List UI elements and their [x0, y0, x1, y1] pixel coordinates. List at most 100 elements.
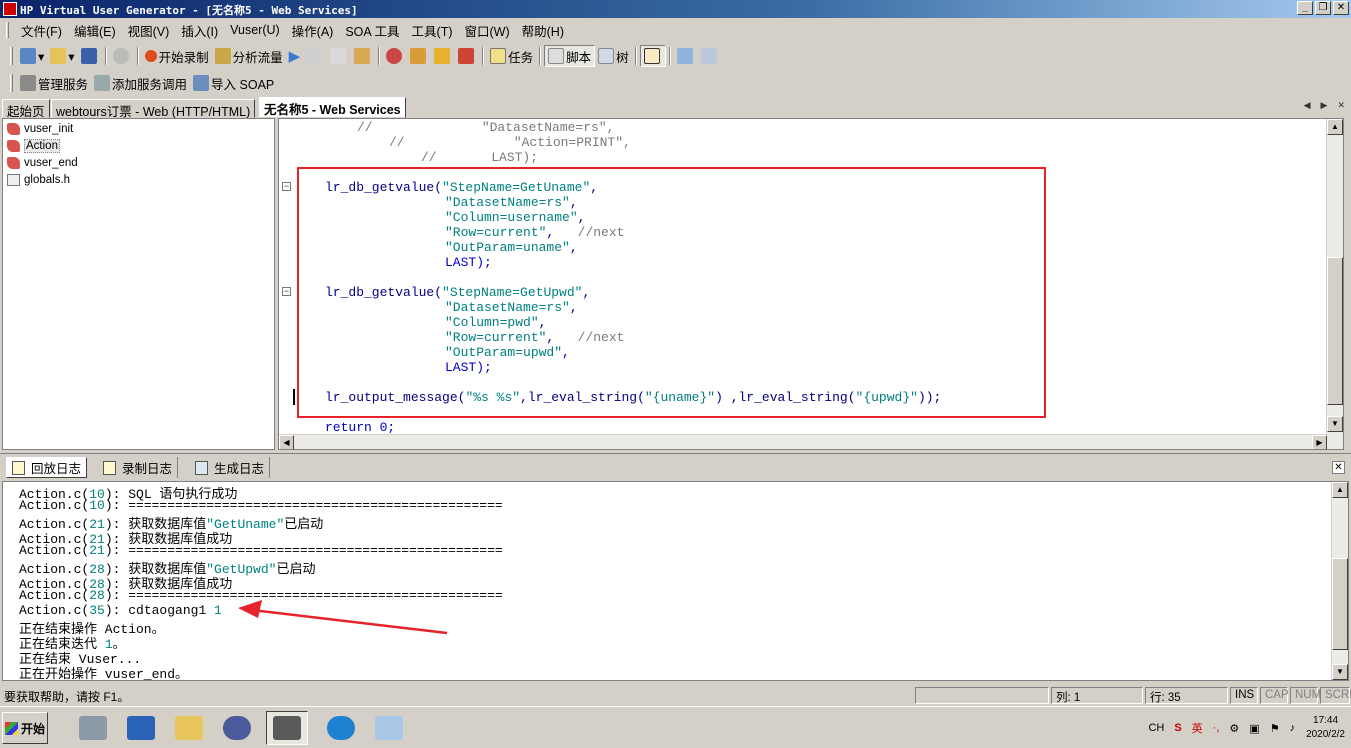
record-icon	[144, 50, 157, 62]
menu-insert[interactable]: 插入(I)	[175, 21, 224, 40]
log-vertical-scrollbar[interactable]: ▲ ▼	[1331, 482, 1348, 680]
analyze-flow-button[interactable]: 分析流量	[212, 45, 286, 67]
find-button[interactable]	[110, 45, 134, 67]
windows-logo-icon	[5, 721, 18, 735]
new-script-button[interactable]: ▾	[17, 45, 47, 67]
tab-next-icon[interactable]: ▶	[1321, 100, 1328, 111]
scroll-thumb[interactable]	[1327, 257, 1343, 405]
menu-edit[interactable]: 编辑(E)	[68, 21, 122, 40]
analyze-icon	[214, 48, 231, 64]
add-service-call-button[interactable]: 添加服务调用	[91, 72, 190, 94]
menu-actions[interactable]: 操作(A)	[286, 21, 340, 40]
taskbar-app-swirl[interactable]	[216, 711, 258, 745]
editor-vertical-scrollbar[interactable]: ▲ ▼	[1326, 119, 1343, 449]
start-button[interactable]: 开始	[2, 712, 48, 744]
tree-item-action[interactable]: Action	[7, 138, 60, 154]
save-button[interactable]	[78, 45, 102, 67]
pause-button[interactable]	[327, 45, 351, 67]
restore-button[interactable]: ❐	[1315, 1, 1331, 15]
tab-webtours[interactable]: webtours订票 - Web (HTTP/HTML)	[51, 99, 256, 119]
menu-file[interactable]: 文件(F)	[15, 21, 68, 40]
tasks-button[interactable]: 任务	[487, 45, 536, 67]
menu-view[interactable]: 视图(V)	[122, 21, 176, 40]
tab-unnamed5[interactable]: 无名称5 - Web Services	[259, 97, 406, 118]
tree-item-vuser-init[interactable]: vuser_init	[7, 121, 73, 137]
scroll-up-icon[interactable]: ▲	[1332, 482, 1348, 498]
language-indicator[interactable]: CH	[1148, 722, 1164, 734]
transaction-button[interactable]	[455, 45, 479, 67]
ime-icon[interactable]: S	[1174, 722, 1181, 734]
run-button[interactable]: ▶	[286, 45, 304, 67]
manage-services-button[interactable]: 管理服务	[17, 72, 91, 94]
vugen-icon	[273, 716, 301, 740]
menu-window[interactable]: 窗口(W)	[459, 21, 516, 40]
ime-settings-icon[interactable]: ⚙	[1229, 722, 1239, 735]
clock[interactable]: 17:44 2020/2/2	[1306, 714, 1345, 742]
taskbar-app-vugen[interactable]	[266, 711, 308, 745]
start-record-button[interactable]: 开始录制	[142, 45, 212, 67]
ime-english-mode[interactable]: 英	[1192, 720, 1203, 736]
scroll-up-icon[interactable]: ▲	[1327, 119, 1343, 135]
scroll-left-icon[interactable]: ◀	[279, 435, 294, 449]
minimize-button[interactable]: _	[1297, 1, 1313, 15]
parameter-button[interactable]	[407, 45, 431, 67]
scroll-down-icon[interactable]: ▼	[1327, 416, 1343, 432]
volume-icon[interactable]: ♪	[1290, 722, 1296, 734]
open-button[interactable]: ▾	[47, 45, 77, 67]
menu-soa-tools[interactable]: SOA 工具	[339, 21, 405, 40]
network-icon[interactable]: ▣	[1249, 722, 1259, 735]
snapshot-button[interactable]	[674, 45, 698, 67]
checkpoint-button[interactable]	[431, 45, 455, 67]
log-icon	[195, 460, 208, 475]
taskbar-app-powershell[interactable]	[120, 711, 162, 745]
close-button[interactable]: ✕	[1333, 1, 1349, 15]
replay-log-output[interactable]: Action.c(10): SQL 语句执行成功 Action.c(10): ==…	[2, 481, 1349, 681]
ime-punctuation[interactable]: ·,	[1213, 722, 1220, 734]
scroll-thumb[interactable]	[1332, 558, 1348, 650]
separator	[136, 47, 139, 65]
script-editor[interactable]: // "DatasetName=rs", // "Action=PRINT", …	[278, 118, 1344, 450]
taskbar-app-notepad[interactable]	[368, 711, 410, 745]
code-comment: // "DatasetName=rs",	[357, 120, 615, 135]
scroll-right-icon[interactable]: ▶	[1312, 435, 1327, 449]
tree-item-vuser-end[interactable]: vuser_end	[7, 155, 78, 171]
tree-view-button[interactable]: 树	[595, 45, 632, 67]
output-window-button[interactable]	[639, 45, 666, 67]
stop-button[interactable]	[303, 45, 327, 67]
status-ins: INS	[1230, 687, 1258, 704]
code-comment: // LAST);	[421, 150, 539, 165]
fold-toggle-icon[interactable]: −	[282, 182, 291, 191]
scroll-down-icon[interactable]: ▼	[1332, 664, 1348, 680]
breakpoint-button[interactable]	[383, 45, 407, 67]
tab-close-icon[interactable]: ✕	[1337, 100, 1345, 111]
tab-record-log[interactable]: 录制日志	[98, 457, 179, 478]
tasks-icon	[490, 48, 507, 64]
tab-prev-icon[interactable]: ◀	[1304, 100, 1311, 111]
close-output-icon[interactable]: ✕	[1332, 461, 1345, 474]
menu-tools[interactable]: 工具(T)	[406, 21, 459, 40]
taskbar-app-server-manager[interactable]	[72, 711, 114, 745]
compare-button[interactable]	[698, 45, 722, 67]
menu-help[interactable]: 帮助(H)	[516, 21, 570, 40]
action-icon	[7, 123, 20, 135]
tab-generation-log[interactable]: 生成日志	[190, 457, 271, 478]
action-icon	[7, 140, 20, 152]
menubar-grip[interactable]	[6, 22, 9, 38]
analyze-flow-label: 分析流量	[232, 50, 283, 65]
flag-icon[interactable]: ⚑	[1270, 722, 1280, 735]
taskbar-app-explorer[interactable]	[168, 711, 210, 745]
app-icon	[3, 2, 17, 16]
menu-vuser[interactable]: Vuser(U)	[224, 23, 286, 37]
script-view-button[interactable]: 脚本	[544, 45, 596, 67]
status-scrl: SCRL	[1320, 687, 1351, 704]
import-soap-button[interactable]: 导入 SOAP	[190, 72, 277, 94]
step-button[interactable]	[351, 45, 375, 67]
taskbar-app-ie[interactable]	[320, 711, 362, 745]
tab-replay-log[interactable]: 回放日志	[6, 457, 88, 478]
fold-toggle-icon[interactable]: −	[282, 287, 291, 296]
editor-horizontal-scrollbar[interactable]: ◀ ▶	[279, 434, 1327, 449]
add-call-icon	[94, 75, 111, 91]
tab-label: 生成日志	[214, 462, 265, 476]
tab-start-page[interactable]: 起始页	[2, 99, 50, 119]
tree-item-globals[interactable]: globals.h	[7, 172, 70, 188]
